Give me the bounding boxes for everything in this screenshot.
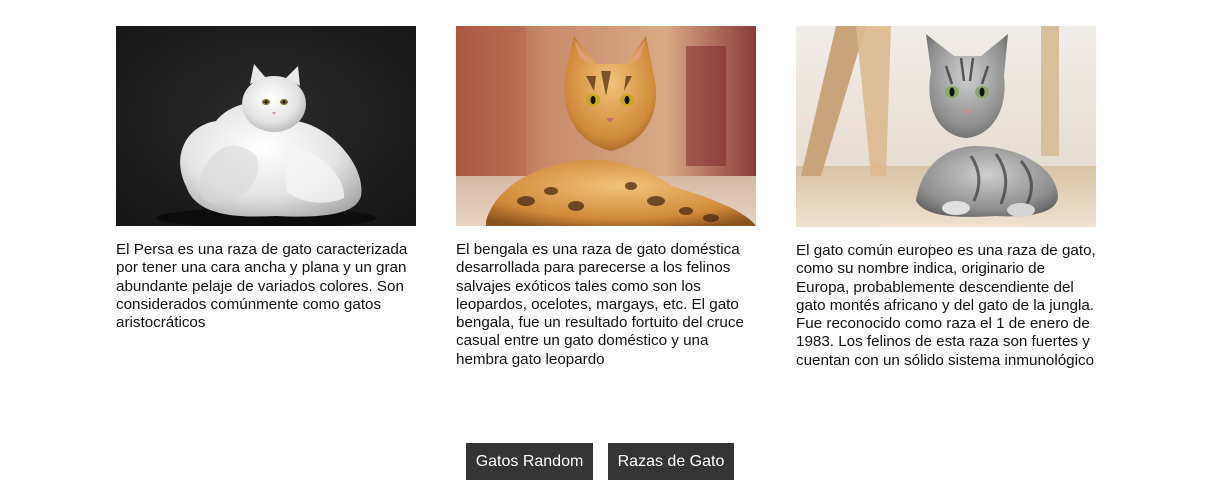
card-bengal: El bengala es una raza de gato doméstica…: [456, 26, 756, 369]
european-description: El gato común europeo es una raza de gat…: [796, 242, 1096, 369]
razas-de-gato-button[interactable]: Razas de Gato: [608, 443, 734, 480]
european-cat-image: [796, 26, 1096, 227]
card-persian: El Persa es una raza de gato caracteriza…: [116, 26, 416, 332]
card-european: El gato común europeo es una raza de gat…: [796, 26, 1096, 370]
bengal-cat-image: [456, 26, 756, 226]
bottom-nav: Gatos Random Razas de Gato: [0, 443, 1207, 480]
gatos-random-button[interactable]: Gatos Random: [466, 443, 593, 480]
bengal-description: El bengala es una raza de gato doméstica…: [456, 241, 744, 368]
cat-breed-cards: El Persa es una raza de gato caracteriza…: [0, 0, 1207, 420]
persian-description: El Persa es una raza de gato caracteriza…: [116, 241, 408, 332]
persian-cat-image: [116, 26, 416, 226]
